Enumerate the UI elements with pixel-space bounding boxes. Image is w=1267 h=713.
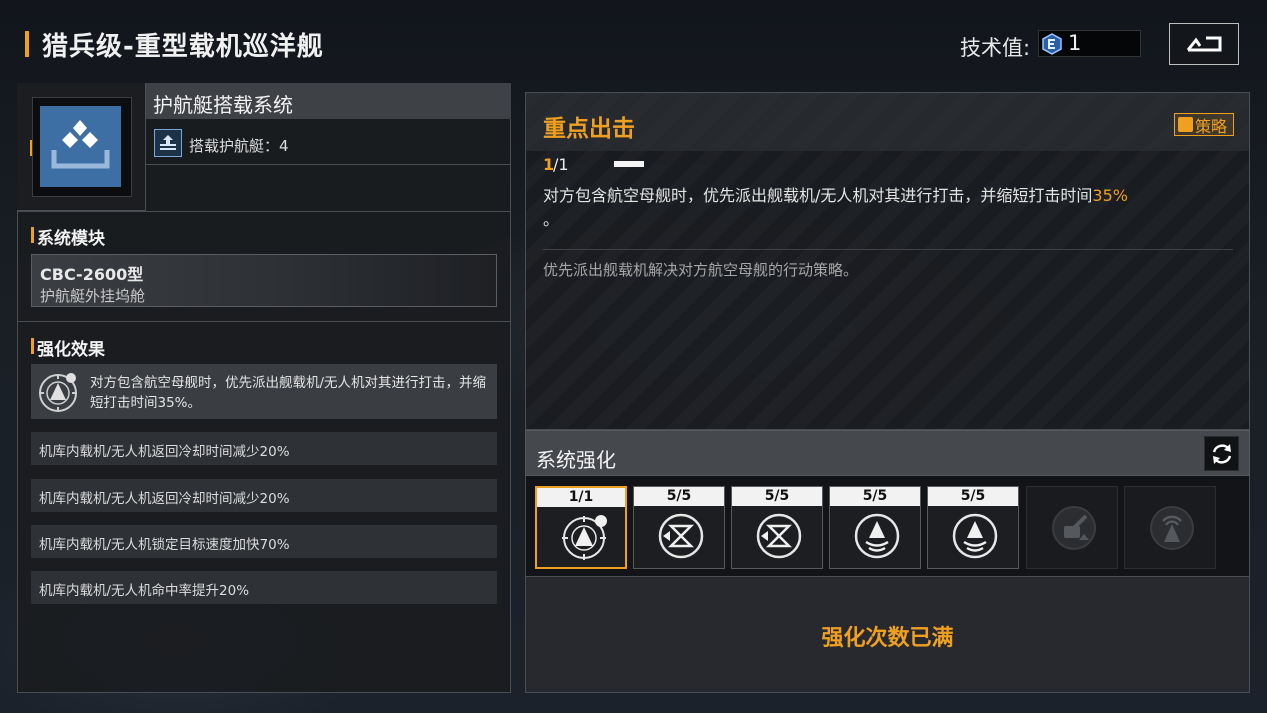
- effect-item: 机库内载机/无人机命中率提升20%: [31, 571, 497, 604]
- strategy-description-tail: 。: [543, 210, 560, 229]
- tech-points-icon: [1042, 33, 1062, 55]
- cooldown-icon: [756, 513, 802, 559]
- effect-item: 机库内载机/无人机锁定目标速度加快70%: [31, 525, 497, 558]
- refresh-button[interactable]: [1204, 436, 1239, 471]
- lock-speed-icon: [854, 513, 900, 559]
- enhance-slot-5[interactable]: 5/5: [927, 486, 1019, 569]
- strategy-level-total: /1: [553, 155, 569, 174]
- strategy-tag-label: 策略: [1195, 116, 1228, 136]
- strategy-tag-icon: [1178, 117, 1193, 132]
- module-section-title: 系统模块: [37, 229, 105, 249]
- section-divider: [17, 211, 511, 212]
- system-icon-tile: [40, 106, 121, 187]
- enhance-title: 系统强化: [536, 448, 616, 472]
- hit-rate-icon: [952, 513, 998, 559]
- tech-points-label: 技术值:: [960, 36, 1031, 60]
- return-arrow-icon: [1186, 36, 1222, 52]
- carrier-stack-icon: [51, 120, 110, 169]
- enhance-slot-2[interactable]: 5/5: [633, 486, 725, 569]
- slot-count: 5/5: [732, 487, 822, 506]
- locked-radar-icon: [1150, 506, 1194, 550]
- carrier-count: 搭载护航艇：4: [189, 137, 289, 155]
- section-divider: [17, 321, 511, 322]
- enhance-slot-1[interactable]: 1/1: [535, 486, 627, 569]
- strategy-description: 对方包含航空母舰时，优先派出舰载机/无人机对其进行打击，并缩短打击时间35% 。: [543, 184, 1233, 232]
- cooldown-icon: [658, 513, 704, 559]
- slot-count: 5/5: [928, 487, 1018, 506]
- effect-item: 机库内载机/无人机返回冷却时间减少20%: [31, 479, 497, 512]
- strike-priority-icon: [562, 515, 607, 560]
- strategy-level-pip: [614, 161, 644, 167]
- module-code: CBC-2600型: [40, 265, 144, 284]
- slot-count: 5/5: [830, 487, 920, 506]
- slot-count: 1/1: [537, 488, 625, 507]
- tech-points-value: 1: [1068, 31, 1082, 55]
- main-effect-text: 对方包含航空母舰时，优先派出舰载机/无人机对其进行打击，并缩短打击时间35%。: [90, 375, 487, 411]
- refresh-icon: [1212, 443, 1231, 464]
- strategy-divider: [543, 249, 1233, 250]
- effect-item: 机库内载机/无人机返回冷却时间减少20%: [31, 432, 497, 465]
- strike-priority-icon: [39, 373, 77, 412]
- module-section-mark: [31, 227, 34, 243]
- locked-turret-icon: [1052, 506, 1096, 550]
- effects-section-mark: [31, 338, 34, 354]
- enhance-status: 强化次数已满: [821, 626, 954, 651]
- back-button[interactable]: [1169, 23, 1239, 65]
- module-description: 护航艇外挂坞舱: [40, 287, 146, 305]
- escort-boat-icon: [154, 129, 182, 157]
- slot-count: 5/5: [634, 487, 724, 506]
- system-name: 护航艇搭载系统: [153, 93, 293, 117]
- strategy-note: 优先派出舰载机解决对方航空母舰的行动策略。: [543, 261, 859, 279]
- effects-section-title: 强化效果: [37, 340, 105, 360]
- strategy-description-highlight: 35%: [1092, 186, 1128, 205]
- strategy-description-main: 对方包含航空母舰时，优先派出舰载机/无人机对其进行打击，并缩短打击时间: [543, 186, 1093, 205]
- enhance-header: [525, 430, 1250, 476]
- page-title: 猎兵级-重型载机巡洋舰: [42, 32, 324, 62]
- title-accent-bar: [25, 31, 29, 57]
- enhance-slot-6-locked: [1026, 486, 1118, 569]
- enhance-slot-7-locked: [1124, 486, 1216, 569]
- strategy-title: 重点出击: [543, 116, 635, 142]
- strategy-tag: 策略: [1174, 113, 1234, 136]
- enhance-slot-4[interactable]: 5/5: [829, 486, 921, 569]
- enhance-slot-3[interactable]: 5/5: [731, 486, 823, 569]
